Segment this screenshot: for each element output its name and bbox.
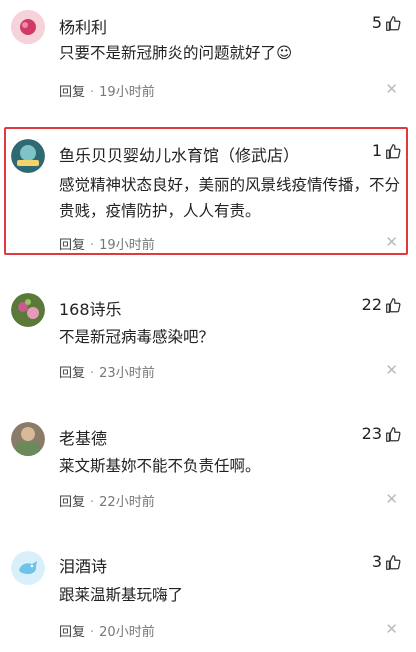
timestamp: 19小时前 [99,85,155,100]
like-button[interactable]: 5 [372,13,402,32]
thumbs-up-icon [386,297,401,313]
comment-text: 跟莱温斯基玩嗨了 [59,586,184,604]
comment-username[interactable]: 老基德 [59,425,107,449]
avatar[interactable] [11,422,45,456]
comment-meta: 回复 · 20小时前 [59,621,155,640]
timestamp: 19小时前 [99,238,155,253]
comment-username[interactable]: 杨利利 [59,14,107,38]
reply-button[interactable]: 回复 [59,238,85,253]
comment-meta: 回复 · 19小时前 [59,81,155,100]
like-button[interactable]: 23 [362,424,402,443]
thumbs-up-icon [386,143,401,159]
thumbs-up-icon [386,426,401,442]
comment-username[interactable]: 泪酒诗 [59,553,107,577]
comment-meta: 回复 · 23小时前 [59,362,155,381]
avatar[interactable] [11,10,45,44]
avatar[interactable] [11,139,45,173]
comment-meta: 回复 · 22小时前 [59,491,155,510]
separator-dot: · [90,85,95,100]
like-count: 22 [361,295,382,314]
comment-text: 莱文斯基妳不能不负责任啊。 [59,457,261,475]
reply-button[interactable]: 回复 [59,625,85,640]
comment-meta: 回复 · 19小时前 [59,234,155,253]
timestamp: 20小时前 [99,625,155,640]
like-button[interactable]: 3 [372,552,402,571]
close-icon[interactable]: ✕ [385,80,398,98]
timestamp: 22小时前 [99,495,155,510]
reply-button[interactable]: 回复 [59,85,85,100]
close-icon[interactable]: ✕ [385,361,398,379]
separator-dot: · [90,238,95,253]
avatar[interactable] [11,293,45,327]
close-icon[interactable]: ✕ [385,233,398,251]
avatar[interactable] [11,551,45,585]
thumbs-up-icon [386,15,401,31]
close-icon[interactable]: ✕ [385,620,398,638]
reply-button[interactable]: 回复 [59,495,85,510]
reply-button[interactable]: 回复 [59,366,85,381]
separator-dot: · [90,495,95,510]
like-count: 5 [371,13,382,32]
close-icon[interactable]: ✕ [385,490,398,508]
separator-dot: · [90,625,95,640]
comment-username[interactable]: 鱼乐贝贝婴幼儿水育馆（修武店） [59,142,299,166]
like-count: 1 [371,141,382,160]
comment-username[interactable]: 168诗乐 [59,296,122,320]
like-count: 23 [361,424,382,443]
thumbs-up-icon [386,554,401,570]
comment-text: 不是新冠病毒感染吧？ [59,328,215,346]
like-button[interactable]: 1 [372,141,402,160]
separator-dot: · [90,366,95,381]
timestamp: 23小时前 [99,366,155,381]
comment-text: 只要不是新冠肺炎的问题就好了☺ [59,44,293,62]
comment-text: 感觉精神状态良好，美丽的风景线疫情传播，不分贵贱，疫情防护，人人有责。 [59,176,401,220]
like-button[interactable]: 22 [362,295,402,314]
like-count: 3 [371,552,382,571]
